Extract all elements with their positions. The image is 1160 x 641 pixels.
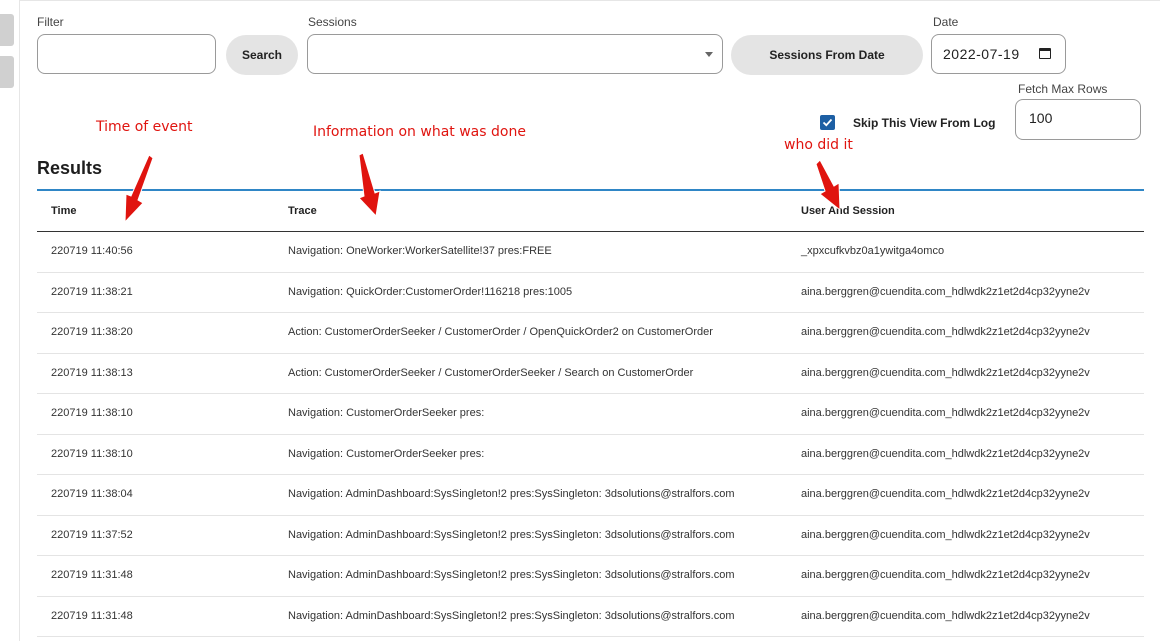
- cell-time: 220719 11:40:56: [51, 245, 133, 257]
- table-row[interactable]: 220719 11:38:21 Navigation: QuickOrder:C…: [37, 273, 1144, 313]
- cell-time: 220719 11:38:10: [51, 407, 133, 419]
- top-divider: [20, 0, 1160, 3]
- results-table: Time Trace User And Session 220719 11:40…: [37, 189, 1144, 637]
- cell-user: aina.berggren@cuendita.com_hdlwdk2z1et2d…: [801, 447, 1090, 460]
- cell-time: 220719 11:31:48: [51, 609, 133, 622]
- filter-label: Filter: [37, 15, 64, 29]
- cell-time: 220719 11:31:48: [51, 569, 133, 581]
- column-header-trace[interactable]: Trace: [288, 205, 317, 217]
- table-row[interactable]: 220719 11:38:04 Navigation: AdminDashboa…: [37, 475, 1144, 516]
- table-row[interactable]: 220719 11:38:10 Navigation: CustomerOrde…: [37, 394, 1144, 435]
- cell-trace: Navigation: AdminDashboard:SysSingleton!…: [288, 488, 735, 500]
- rail-tab-1[interactable]: [0, 14, 14, 46]
- cell-user: aina.berggren@cuendita.com_hdlwdk2z1et2d…: [801, 488, 1090, 500]
- rail-tab-2[interactable]: [0, 56, 14, 88]
- filter-input[interactable]: [37, 34, 216, 74]
- cell-user: aina.berggren@cuendita.com_hdlwdk2z1et2d…: [801, 285, 1090, 298]
- cell-time: 220719 11:38:20: [51, 326, 133, 338]
- cell-trace: Navigation: CustomerOrderSeeker pres:: [288, 407, 485, 419]
- checkmark-icon: [822, 118, 833, 127]
- cell-time: 220719 11:38:04: [51, 488, 133, 500]
- date-input[interactable]: 2022-07-19: [931, 34, 1066, 74]
- annotation-time-of-event: Time of event: [96, 119, 193, 135]
- cell-user: aina.berggren@cuendita.com_hdlwdk2z1et2d…: [801, 407, 1090, 419]
- sessions-label: Sessions: [308, 15, 357, 29]
- cell-user: aina.berggren@cuendita.com_hdlwdk2z1et2d…: [801, 366, 1090, 379]
- annotation-information: Information on what was done: [313, 124, 526, 140]
- cell-user: aina.berggren@cuendita.com_hdlwdk2z1et2d…: [801, 609, 1090, 622]
- cell-trace: Navigation: AdminDashboard:SysSingleton!…: [288, 609, 735, 622]
- cell-trace: Navigation: AdminDashboard:SysSingleton!…: [288, 569, 735, 581]
- sessions-select[interactable]: [307, 34, 723, 74]
- table-row[interactable]: 220719 11:38:10 Navigation: CustomerOrde…: [37, 435, 1144, 475]
- cell-user: aina.berggren@cuendita.com_hdlwdk2z1et2d…: [801, 326, 1090, 338]
- date-value: 2022-07-19: [943, 46, 1020, 62]
- table-row[interactable]: 220719 11:31:48 Navigation: AdminDashboa…: [37, 556, 1144, 597]
- cell-user: _xpxcufkvbz0a1ywitga4omco: [801, 245, 945, 257]
- skip-log-label[interactable]: Skip This View From Log: [853, 116, 995, 130]
- table-header: Time Trace User And Session: [37, 189, 1144, 232]
- date-label: Date: [933, 15, 959, 29]
- results-title: Results: [37, 158, 103, 178]
- column-header-time[interactable]: Time: [51, 205, 76, 217]
- cell-user: aina.berggren@cuendita.com_hdlwdk2z1et2d…: [801, 528, 1090, 541]
- cell-user: aina.berggren@cuendita.com_hdlwdk2z1et2d…: [801, 569, 1090, 581]
- annotation-who-did-it: who did it: [784, 137, 853, 153]
- table-row[interactable]: 220719 11:40:56 Navigation: OneWorker:Wo…: [37, 232, 1144, 273]
- column-header-user[interactable]: User And Session: [801, 205, 895, 217]
- left-rail: [0, 0, 20, 641]
- cell-time: 220719 11:38:21: [51, 285, 133, 298]
- table-body: 220719 11:40:56 Navigation: OneWorker:Wo…: [37, 232, 1144, 637]
- cell-time: 220719 11:38:10: [51, 447, 133, 460]
- cell-trace: Navigation: OneWorker:WorkerSatellite!37…: [288, 245, 552, 257]
- chevron-down-icon: [705, 52, 713, 57]
- cell-trace: Navigation: QuickOrder:CustomerOrder!116…: [288, 285, 573, 298]
- sessions-from-date-button[interactable]: Sessions From Date: [731, 35, 923, 75]
- table-row[interactable]: 220719 11:38:13 Action: CustomerOrderSee…: [37, 354, 1144, 394]
- cell-trace: Navigation: AdminDashboard:SysSingleton!…: [288, 528, 735, 541]
- cell-trace: Action: CustomerOrderSeeker / CustomerOr…: [288, 366, 694, 379]
- search-button[interactable]: Search: [226, 35, 298, 75]
- cell-time: 220719 11:37:52: [51, 528, 133, 541]
- cell-trace: Navigation: CustomerOrderSeeker pres:: [288, 447, 485, 460]
- calendar-icon[interactable]: [1039, 48, 1051, 59]
- skip-log-checkbox[interactable]: [820, 115, 835, 130]
- cell-trace: Action: CustomerOrderSeeker / CustomerOr…: [288, 326, 713, 338]
- cell-time: 220719 11:38:13: [51, 366, 133, 379]
- table-row[interactable]: 220719 11:37:52 Navigation: AdminDashboa…: [37, 516, 1144, 556]
- table-row[interactable]: 220719 11:38:20 Action: CustomerOrderSee…: [37, 313, 1144, 354]
- table-row[interactable]: 220719 11:31:48 Navigation: AdminDashboa…: [37, 597, 1144, 637]
- fetch-max-input[interactable]: 100: [1015, 99, 1141, 140]
- fetch-max-label: Fetch Max Rows: [1018, 82, 1108, 96]
